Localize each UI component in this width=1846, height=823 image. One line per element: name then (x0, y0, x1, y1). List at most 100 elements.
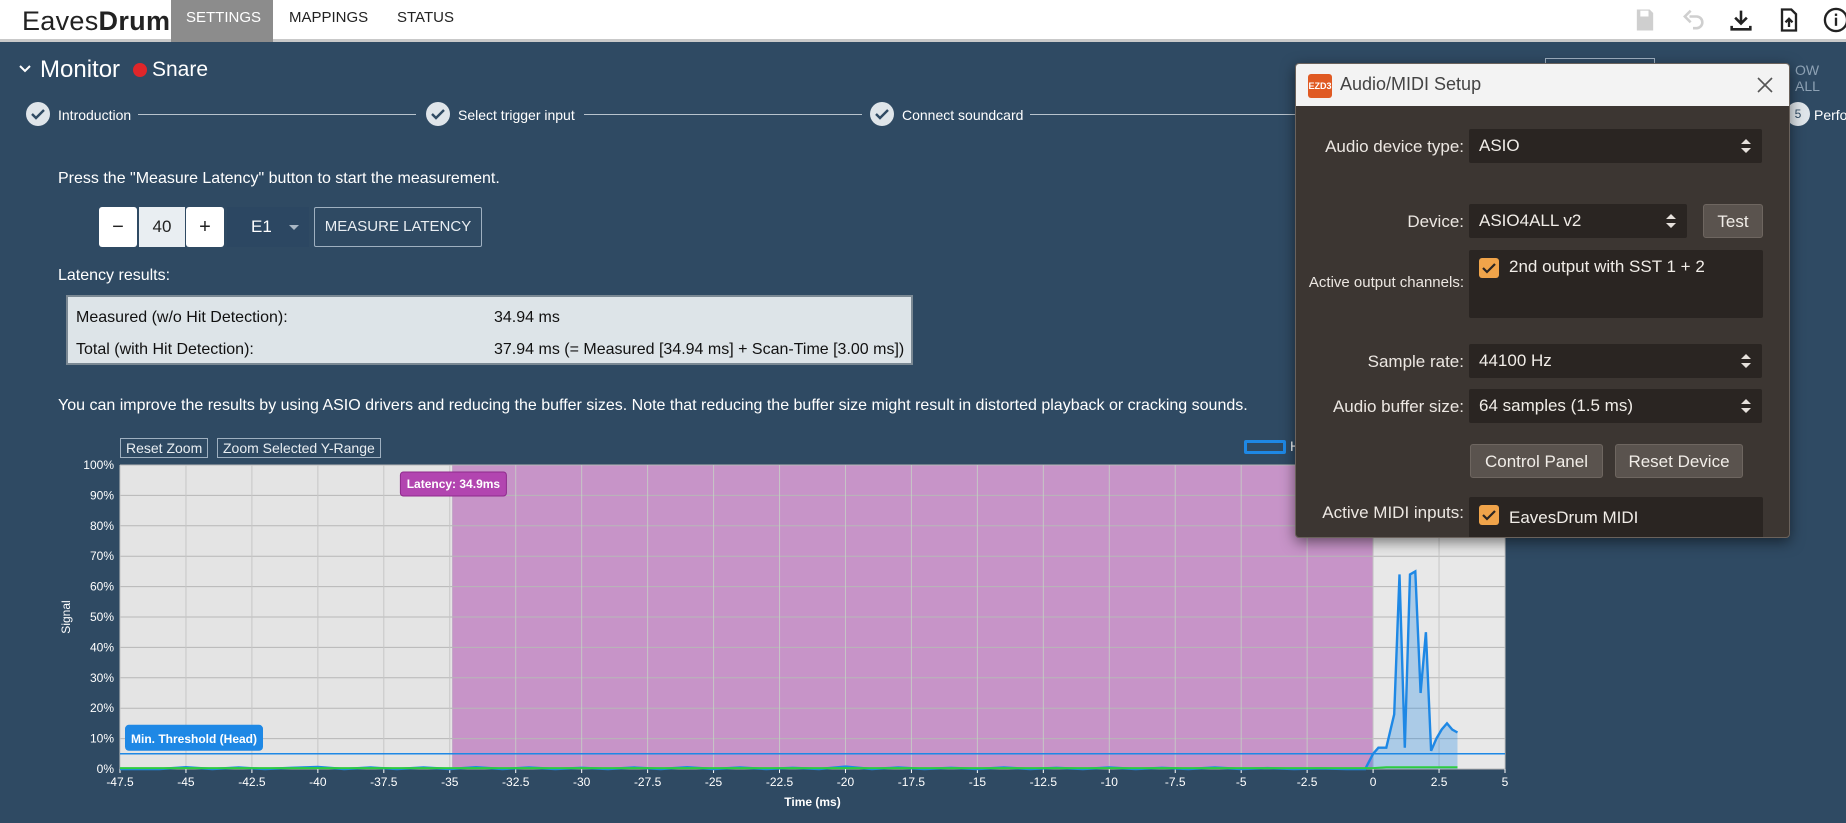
audio-buffer-size-label: Audio buffer size: (1332, 397, 1464, 416)
audio-device-type-label: Audio device type: (1325, 137, 1464, 156)
checkmark-icon (1482, 263, 1496, 274)
x-tick-label: -12.5 (1030, 775, 1058, 789)
x-tick-label: -45 (177, 775, 195, 789)
active-midi-inputs-label: Active MIDI inputs: (1322, 503, 1464, 522)
dialog-titlebar[interactable]: EZD3 Audio/MIDI Setup (1296, 64, 1789, 106)
step-done-icon (870, 102, 894, 126)
download-icon[interactable] (1727, 6, 1755, 34)
note-select-value: E1 (251, 217, 272, 236)
x-tick-label: -2.5 (1297, 775, 1318, 789)
y-tick-label: 70% (90, 549, 114, 563)
collapse-chevron-icon[interactable] (18, 62, 32, 81)
result-label: Measured (w/o Hit Detection): (76, 309, 288, 326)
device-value: ASIO4ALL v2 (1479, 211, 1582, 230)
sample-rate-label: Sample rate: (1367, 352, 1464, 371)
dropdown-caret-icon (289, 225, 299, 230)
y-tick-label: 20% (90, 701, 114, 715)
note-select[interactable]: E1 (227, 207, 309, 247)
step-connector (584, 114, 862, 115)
save-icon[interactable] (1631, 6, 1659, 34)
step-select-trigger-input[interactable]: Select trigger input (458, 102, 575, 128)
y-tick-label: 40% (90, 640, 114, 654)
result-label: Total (with Hit Detection): (76, 341, 254, 358)
y-tick-label: 80% (90, 519, 114, 533)
x-tick-label: -37.5 (370, 775, 398, 789)
audio-buffer-size-select[interactable]: 64 samples (1.5 ms) (1469, 389, 1762, 423)
checkmark-icon (1482, 510, 1496, 521)
close-icon[interactable] (1755, 75, 1775, 95)
value-input[interactable]: 40 (139, 207, 185, 247)
updown-arrows-icon (1741, 399, 1751, 413)
x-tick-label: 2.5 (1431, 775, 1448, 789)
x-tick-label: -40 (309, 775, 327, 789)
step-done-icon (426, 102, 450, 126)
x-tick-label: -47.5 (106, 775, 134, 789)
hint-text: You can improve the results by using ASI… (58, 397, 1248, 414)
y-tick-label: 90% (90, 488, 114, 502)
x-tick-label: -42.5 (238, 775, 266, 789)
increment-button[interactable]: + (186, 207, 224, 247)
measure-latency-button[interactable]: MEASURE LATENCY (314, 207, 482, 247)
y-axis-label: Signal (59, 600, 73, 633)
latency-label-text: Latency: 34.9ms (407, 477, 501, 491)
reset-device-button[interactable]: Reset Device (1615, 444, 1743, 478)
y-tick-label: 0% (97, 762, 115, 776)
output-channels-list[interactable]: 2nd output with SST 1 + 2 (1469, 250, 1763, 318)
sample-rate-select[interactable]: 44100 Hz (1469, 344, 1762, 378)
midi-inputs-list[interactable]: EavesDrum MIDI (1469, 497, 1763, 537)
x-tick-label: -27.5 (634, 775, 662, 789)
y-tick-label: 60% (90, 580, 114, 594)
control-panel-button[interactable]: Control Panel (1470, 444, 1603, 478)
step-connector (138, 114, 416, 115)
audio-buffer-size-value: 64 samples (1.5 ms) (1479, 396, 1633, 415)
show-all-button[interactable]: OW ALL (1795, 62, 1846, 94)
x-tick-label: 0 (1370, 775, 1377, 789)
output-channel-checkbox[interactable] (1479, 258, 1499, 278)
audio-device-type-select[interactable]: ASIO (1469, 129, 1762, 163)
y-tick-label: 10% (90, 732, 114, 746)
tab-settings[interactable]: SETTINGS (171, 0, 273, 42)
x-tick-label: -15 (969, 775, 987, 789)
step-connect-soundcard[interactable]: Connect soundcard (902, 102, 1023, 128)
x-tick-label: -35 (441, 775, 459, 789)
instruction-text: Press the "Measure Latency" button to st… (58, 170, 500, 187)
y-tick-label: 100% (83, 458, 114, 472)
x-axis-label: Time (ms) (784, 795, 840, 809)
step-introduction[interactable]: Introduction (58, 102, 131, 128)
y-tick-label: 30% (90, 671, 114, 685)
tab-mappings[interactable]: MAPPINGS (274, 0, 383, 42)
x-tick-label: -5 (1236, 775, 1247, 789)
threshold-label-text: Min. Threshold (Head) (131, 732, 257, 746)
step-performance[interactable]: Perfo (1814, 102, 1846, 128)
latency-results-table: Measured (w/o Hit Detection): 34.94 ms T… (66, 295, 913, 365)
result-value: 37.94 ms (= Measured [34.94 ms] + Scan-T… (494, 341, 905, 358)
undo-icon[interactable] (1679, 6, 1707, 34)
monitor-title: Monitor (40, 56, 121, 83)
tab-status[interactable]: STATUS (382, 0, 469, 42)
decrement-button[interactable]: − (99, 207, 137, 247)
x-tick-label: -22.5 (766, 775, 794, 789)
info-icon[interactable] (1822, 6, 1846, 34)
sample-rate-value: 44100 Hz (1479, 351, 1552, 370)
x-tick-label: -17.5 (898, 775, 926, 789)
step-connector (1030, 114, 1296, 115)
device-select[interactable]: ASIO4ALL v2 (1469, 204, 1687, 238)
audio-midi-setup-dialog: EZD3 Audio/MIDI Setup Audio device type:… (1295, 63, 1790, 538)
upload-file-icon[interactable] (1775, 6, 1803, 34)
hit-detection-line (120, 766, 1458, 770)
result-value: 34.94 ms (494, 309, 560, 326)
results-heading: Latency results: (58, 267, 171, 284)
step-done-icon (26, 102, 50, 126)
updown-arrows-icon (1741, 139, 1751, 153)
x-tick-label: -32.5 (502, 775, 530, 789)
instrument-name: Snare (152, 58, 209, 81)
x-tick-label: -10 (1101, 775, 1119, 789)
output-channel-label: 2nd output with SST 1 + 2 (1509, 257, 1705, 276)
x-tick-label: -7.5 (1165, 775, 1186, 789)
x-tick-label: -30 (573, 775, 591, 789)
app-logo: EavesDrum (22, 6, 171, 36)
x-tick-label: -20 (837, 775, 855, 789)
test-button[interactable]: Test (1703, 204, 1763, 238)
record-indicator-icon (133, 63, 147, 77)
midi-input-checkbox[interactable] (1479, 505, 1499, 525)
